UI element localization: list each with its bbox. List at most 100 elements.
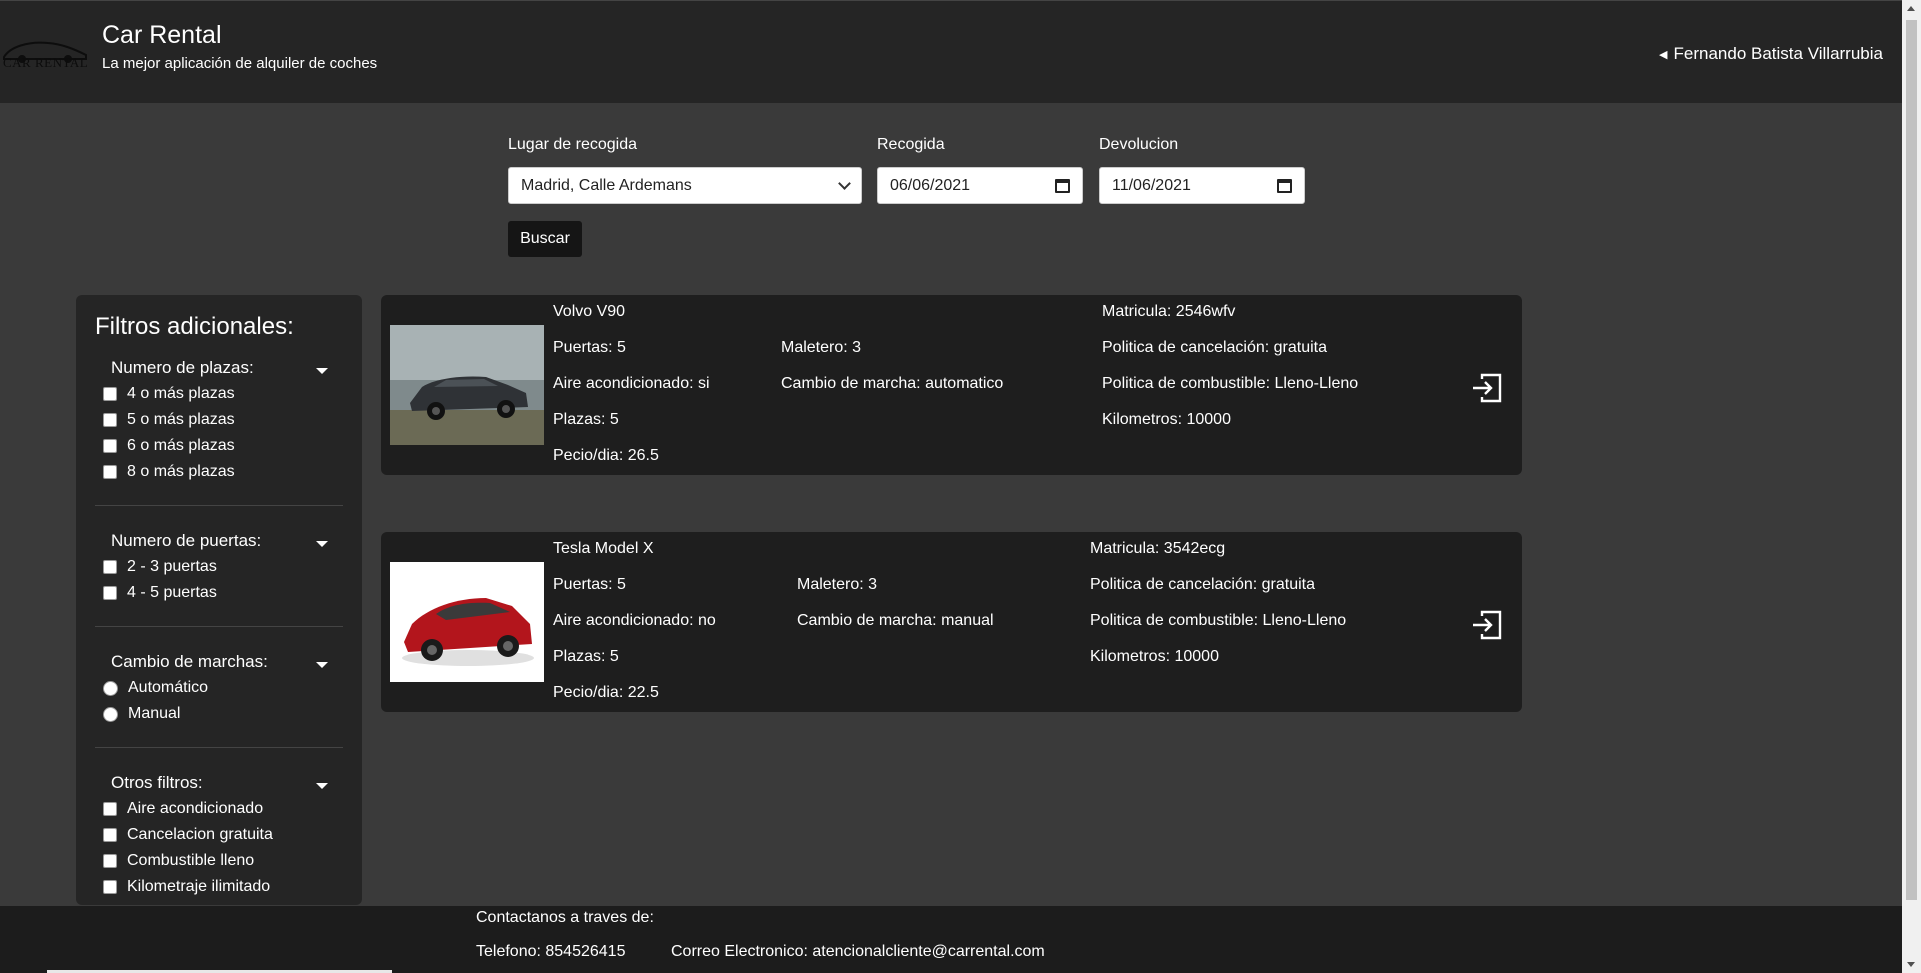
filter-group-doors: Numero de puertas: 2 - 3 puertas 4 - 5 p… xyxy=(95,528,343,606)
location-label: Lugar de recogida xyxy=(508,136,637,153)
car-fuel-policy: Politica de combustible: Lleno-Lleno xyxy=(1090,612,1347,629)
checkbox[interactable] xyxy=(103,439,117,453)
filter-option[interactable]: 8 o más plazas xyxy=(95,459,343,485)
filter-option[interactable]: 4 - 5 puertas xyxy=(95,580,343,606)
filter-group-seats: Numero de plazas: 4 o más plazas 5 o más… xyxy=(95,355,343,485)
pickup-date-value: 06/06/2021 xyxy=(890,176,971,194)
calendar-icon[interactable] xyxy=(1055,178,1070,193)
checkbox[interactable] xyxy=(103,387,117,401)
car-rental-logo[interactable]: CAR RENTAL xyxy=(0,33,90,77)
filter-option[interactable]: 4 o más plazas xyxy=(95,381,343,407)
enter-icon[interactable] xyxy=(1470,371,1504,405)
filter-option[interactable]: 2 - 3 puertas xyxy=(95,554,343,580)
filter-option[interactable]: 6 o más plazas xyxy=(95,433,343,459)
checkbox[interactable] xyxy=(103,880,117,894)
page-scrollbar[interactable] xyxy=(1902,0,1921,973)
filter-option[interactable]: Cancelacion gratuita xyxy=(95,822,343,848)
app-header: CAR RENTAL Car Rental La mejor aplicació… xyxy=(0,0,1902,103)
filter-group-doors-toggle[interactable]: Numero de puertas: xyxy=(95,528,343,554)
car-name: Volvo V90 xyxy=(553,303,626,320)
filter-group-label: Numero de plazas: xyxy=(111,358,254,377)
return-label: Devolucion xyxy=(1099,136,1179,153)
checkbox[interactable] xyxy=(103,802,117,816)
filter-option[interactable]: Aire acondicionado xyxy=(95,796,343,822)
car-doors: Puertas: 5 xyxy=(553,339,626,356)
filter-option[interactable]: Manual xyxy=(95,701,343,727)
checkbox[interactable] xyxy=(103,465,117,479)
filters-title: Filtros adicionales: xyxy=(95,313,294,340)
car-image xyxy=(390,562,544,682)
radio-button[interactable] xyxy=(103,706,118,722)
car-card: Volvo V90 Puertas: 5 Aire acondicionado:… xyxy=(381,295,1522,475)
search-button[interactable]: Buscar xyxy=(508,221,582,257)
car-doors: Puertas: 5 xyxy=(553,576,626,593)
footer-contact-title: Contactanos a traves de: xyxy=(476,909,654,926)
car-seats: Plazas: 5 xyxy=(553,411,619,428)
divider xyxy=(95,747,343,748)
checkbox[interactable] xyxy=(103,854,117,868)
return-date-input[interactable]: 11/06/2021 xyxy=(1099,167,1305,204)
triangle-down-icon xyxy=(316,783,328,789)
car-cancellation: Politica de cancelación: gratuita xyxy=(1090,576,1316,593)
scrollbar-thumb[interactable] xyxy=(1906,20,1917,900)
filter-option-label: 2 - 3 puertas xyxy=(127,558,217,575)
filter-option[interactable]: 5 o más plazas xyxy=(95,407,343,433)
filter-option[interactable]: Automático xyxy=(95,675,343,701)
filter-group-label: Cambio de marchas: xyxy=(111,652,268,671)
filter-option-label: 4 - 5 puertas xyxy=(127,584,217,601)
car-image xyxy=(390,325,544,445)
divider xyxy=(95,505,343,506)
car-gearbox: Cambio de marcha: manual xyxy=(797,612,994,629)
scroll-down-arrow-icon[interactable] xyxy=(1907,962,1915,967)
car-plate: Matricula: 2546wfv xyxy=(1102,303,1236,320)
filter-option-label: 8 o más plazas xyxy=(127,463,235,480)
car-fuel-policy: Politica de combustible: Lleno-Lleno xyxy=(1102,375,1359,392)
scroll-up-arrow-icon[interactable] xyxy=(1907,6,1915,11)
filter-option-label: Cancelacion gratuita xyxy=(127,826,273,843)
calendar-icon[interactable] xyxy=(1277,178,1292,193)
filter-group-others: Otros filtros: Aire acondicionado Cancel… xyxy=(95,770,343,900)
car-card: Tesla Model X Puertas: 5 Aire acondicion… xyxy=(381,532,1522,712)
filter-option[interactable]: Kilometraje ilimitado xyxy=(95,874,343,900)
filter-group-gearbox-toggle[interactable]: Cambio de marchas: xyxy=(95,649,343,675)
filter-option[interactable]: Combustible lleno xyxy=(95,848,343,874)
pickup-date-input[interactable]: 06/06/2021 xyxy=(877,167,1083,204)
car-trunk: Maletero: 3 xyxy=(797,576,878,593)
pickup-label: Recogida xyxy=(877,136,945,153)
logo-text: CAR RENTAL xyxy=(3,55,89,70)
filter-option-label: 6 o más plazas xyxy=(127,437,235,454)
triangle-down-icon xyxy=(316,541,328,547)
car-price: Pecio/dia: 22.5 xyxy=(553,684,659,701)
filter-option-label: Combustible lleno xyxy=(127,852,255,869)
car-plate: Matricula: 3542ecg xyxy=(1090,540,1226,557)
car-km: Kilometros: 10000 xyxy=(1090,648,1219,665)
car-gearbox: Cambio de marcha: automatico xyxy=(781,375,1004,392)
car-seats: Plazas: 5 xyxy=(553,648,619,665)
filter-option-label: Kilometraje ilimitado xyxy=(127,878,271,895)
car-trunk: Maletero: 3 xyxy=(781,339,862,356)
car-price: Pecio/dia: 26.5 xyxy=(553,447,659,464)
checkbox[interactable] xyxy=(103,560,117,574)
footer-phone: Telefono: 854526415 xyxy=(476,943,626,960)
filter-group-gearbox: Cambio de marchas: Automático Manual xyxy=(95,649,343,727)
checkbox[interactable] xyxy=(103,586,117,600)
checkbox[interactable] xyxy=(103,828,117,842)
location-select[interactable]: Madrid, Calle Ardemans xyxy=(508,167,862,204)
user-menu[interactable]: ◀ Fernando Batista Villarrubia xyxy=(1659,44,1883,64)
filter-group-seats-toggle[interactable]: Numero de plazas: xyxy=(95,355,343,381)
user-name: Fernando Batista Villarrubia xyxy=(1673,44,1883,63)
filter-group-label: Numero de puertas: xyxy=(111,531,262,550)
filter-option-label: Aire acondicionado xyxy=(127,800,264,817)
triangle-down-icon xyxy=(316,368,328,374)
radio-button[interactable] xyxy=(103,680,118,696)
return-date-value: 11/06/2021 xyxy=(1112,176,1191,194)
filter-option-label: 4 o más plazas xyxy=(127,385,235,402)
car-km: Kilometros: 10000 xyxy=(1102,411,1231,428)
car-name: Tesla Model X xyxy=(553,540,654,557)
car-cancellation: Politica de cancelación: gratuita xyxy=(1102,339,1328,356)
footer-email[interactable]: Correo Electronico: atencionalcliente@ca… xyxy=(671,943,1045,961)
filter-group-others-toggle[interactable]: Otros filtros: xyxy=(95,770,343,796)
checkbox[interactable] xyxy=(103,413,117,427)
app-subtitle: La mejor aplicación de alquiler de coche… xyxy=(102,55,378,72)
enter-icon[interactable] xyxy=(1470,608,1504,642)
